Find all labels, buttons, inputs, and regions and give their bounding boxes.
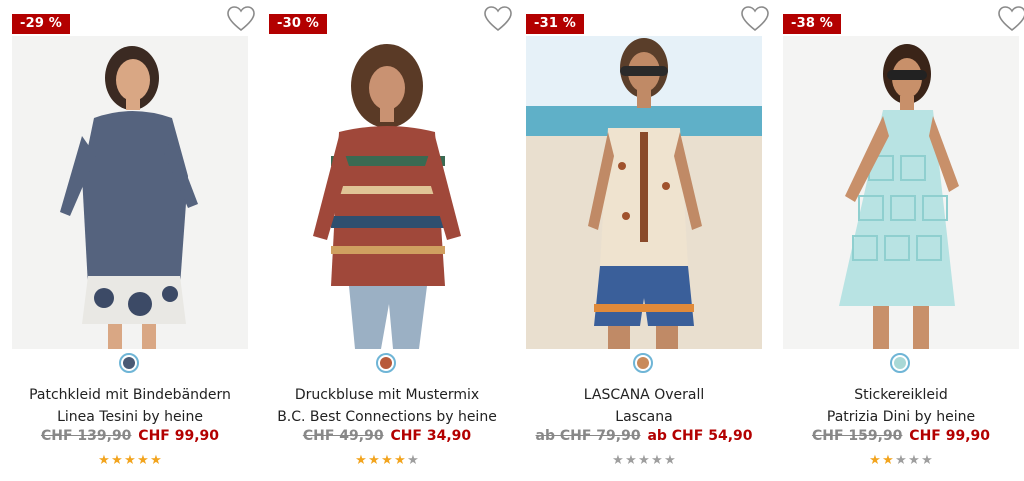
- rating-stars: ★★★★★: [12, 454, 248, 468]
- star-empty-icon: ★: [908, 453, 920, 468]
- product-photo: [526, 36, 762, 349]
- star-empty-icon: ★: [638, 453, 650, 468]
- swatch-color: [637, 357, 649, 369]
- product-card[interactable]: -31 % LASCANA Overall Lascana ab CHF 79,…: [526, 0, 769, 481]
- product-brand: B.C. Best Connections by heine: [277, 409, 497, 425]
- star-filled-icon: ★: [124, 453, 136, 468]
- product-photo: [783, 36, 1019, 349]
- product-brand: Linea Tesini by heine: [57, 409, 203, 425]
- color-swatch[interactable]: [376, 353, 396, 373]
- price-row: CHF 159,90 CHF 99,90: [779, 428, 1023, 444]
- color-swatch[interactable]: [633, 353, 653, 373]
- product-photo: [12, 36, 248, 349]
- rating-stars: ★★★★★: [269, 454, 505, 468]
- rating-stars: ★★★★★: [783, 454, 1019, 468]
- star-filled-icon: ★: [150, 453, 162, 468]
- price-row: CHF 49,90 CHF 34,90: [265, 428, 509, 444]
- swatch-color: [894, 357, 906, 369]
- star-filled-icon: ★: [137, 453, 149, 468]
- sale-price: CHF 99,90: [138, 428, 220, 444]
- product-card[interactable]: -38 % Stickereikleid Patrizia Dini by he…: [783, 0, 1024, 481]
- swatch-color: [380, 357, 392, 369]
- swatch-color: [123, 357, 135, 369]
- star-filled-icon: ★: [355, 453, 367, 468]
- discount-badge: -31 %: [526, 14, 585, 34]
- star-filled-icon: ★: [869, 453, 881, 468]
- sale-price: CHF 99,90: [909, 428, 991, 444]
- star-filled-icon: ★: [111, 453, 123, 468]
- star-empty-icon: ★: [407, 453, 419, 468]
- star-filled-icon: ★: [368, 453, 380, 468]
- rating-stars: ★★★★★: [526, 454, 762, 468]
- product-image[interactable]: [783, 36, 1019, 349]
- product-name[interactable]: Druckbluse mit Mustermix: [265, 387, 509, 403]
- color-swatch[interactable]: [119, 353, 139, 373]
- old-price: CHF 139,90: [40, 428, 132, 444]
- color-swatch[interactable]: [890, 353, 910, 373]
- product-grid: -29 % Patchkleid mit Bindebändern Linea …: [0, 0, 1024, 481]
- product-brand: Patrizia Dini by heine: [826, 409, 976, 425]
- product-card[interactable]: -30 % Druckbluse mit Mustermix B.C. Best…: [269, 0, 512, 481]
- product-image[interactable]: [269, 36, 505, 349]
- price-row: ab CHF 79,90 ab CHF 54,90: [522, 428, 766, 444]
- star-empty-icon: ★: [651, 453, 663, 468]
- heart-outline-icon[interactable]: [483, 5, 513, 33]
- sale-price: ab CHF 54,90: [647, 428, 753, 444]
- old-price: CHF 159,90: [811, 428, 903, 444]
- star-empty-icon: ★: [921, 453, 933, 468]
- star-filled-icon: ★: [882, 453, 894, 468]
- product-photo: [269, 36, 505, 349]
- sale-price: CHF 34,90: [390, 428, 472, 444]
- old-price: CHF 49,90: [302, 428, 384, 444]
- star-empty-icon: ★: [895, 453, 907, 468]
- discount-badge: -29 %: [12, 14, 71, 34]
- product-name[interactable]: Patchkleid mit Bindebändern: [8, 387, 252, 403]
- star-empty-icon: ★: [612, 453, 624, 468]
- star-filled-icon: ★: [381, 453, 393, 468]
- heart-outline-icon[interactable]: [226, 5, 256, 33]
- product-card[interactable]: -29 % Patchkleid mit Bindebändern Linea …: [12, 0, 255, 481]
- product-image[interactable]: [526, 36, 762, 349]
- discount-badge: -38 %: [783, 14, 842, 34]
- heart-outline-icon[interactable]: [997, 5, 1024, 33]
- price-row: CHF 139,90 CHF 99,90: [8, 428, 252, 444]
- product-name[interactable]: LASCANA Overall: [522, 387, 766, 403]
- star-empty-icon: ★: [625, 453, 637, 468]
- product-name[interactable]: Stickereikleid: [779, 387, 1023, 403]
- star-filled-icon: ★: [394, 453, 406, 468]
- heart-outline-icon[interactable]: [740, 5, 770, 33]
- star-filled-icon: ★: [98, 453, 110, 468]
- old-price: ab CHF 79,90: [535, 428, 641, 444]
- product-brand: Lascana: [615, 409, 673, 425]
- product-image[interactable]: [12, 36, 248, 349]
- discount-badge: -30 %: [269, 14, 328, 34]
- star-empty-icon: ★: [664, 453, 676, 468]
